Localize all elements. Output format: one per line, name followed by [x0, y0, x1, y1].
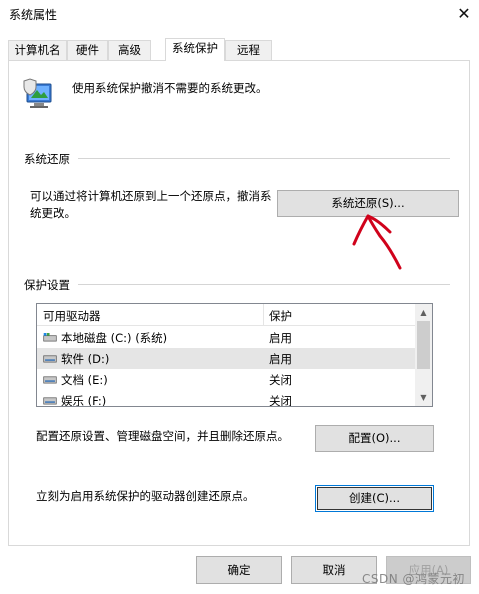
drive-icon — [43, 376, 57, 384]
create-button[interactable]: 创建(C)... — [315, 485, 434, 512]
drive-list[interactable]: 可用驱动器 保护 本地磁盘 (C:) (系统) 启用 软件 (D:) 启用 文档… — [36, 303, 433, 407]
title-bar: 系统属性 ✕ — [0, 0, 479, 30]
drive-name: 文档 (E:) — [61, 373, 108, 387]
create-description: 立刻为启用系统保护的驱动器创建还原点。 — [36, 489, 255, 503]
tab-system-protection[interactable]: 系统保护 — [165, 38, 225, 61]
system-restore-text: 可以通过将计算机还原到上一个还原点，撤消系统更改。 — [30, 189, 272, 220]
watermark: CSDN @鸿蒙元初 — [361, 572, 465, 586]
drive-row[interactable]: 软件 (D:) 启用 — [37, 348, 415, 369]
system-restore-group-label: 系统还原 — [24, 151, 78, 167]
drive-protection-status: 启用 — [269, 352, 292, 366]
divider — [24, 284, 450, 285]
tab-computer-name[interactable]: 计算机名 — [8, 40, 67, 60]
ok-button[interactable]: 确定 — [196, 556, 282, 584]
drive-name: 娱乐 (F:) — [61, 394, 107, 407]
red-arrow-annotation — [352, 214, 402, 270]
drive-list-header: 可用驱动器 保护 — [37, 304, 415, 326]
configure-button[interactable]: 配置(O)... — [315, 425, 434, 452]
tab-hardware[interactable]: 硬件 — [67, 40, 108, 60]
scroll-thumb[interactable] — [417, 321, 430, 369]
tab-advanced[interactable]: 高级 — [108, 40, 151, 60]
drive-icon — [43, 397, 57, 405]
divider — [24, 158, 450, 159]
scroll-up-icon[interactable]: ▲ — [415, 304, 432, 321]
drive-name: 本地磁盘 (C:) (系统) — [61, 331, 168, 345]
drive-row[interactable]: 文档 (E:) 关闭 — [37, 369, 415, 390]
tab-remote[interactable]: 远程 — [225, 40, 272, 60]
scroll-down-icon[interactable]: ▼ — [415, 389, 432, 406]
drive-name: 软件 (D:) — [61, 352, 110, 366]
drive-row[interactable]: 本地磁盘 (C:) (系统) 启用 — [37, 327, 415, 348]
window-title: 系统属性 — [9, 8, 58, 22]
drive-icon — [43, 355, 57, 363]
drive-row[interactable]: 娱乐 (F:) 关闭 — [37, 390, 415, 407]
system-drive-icon — [43, 333, 57, 342]
column-available-drives[interactable]: 可用驱动器 — [43, 308, 101, 324]
configure-description: 配置还原设置、管理磁盘空间，并且删除还原点。 — [36, 429, 289, 443]
drive-protection-status: 启用 — [269, 331, 292, 345]
column-protection[interactable]: 保护 — [269, 308, 292, 324]
drive-list-scrollbar[interactable]: ▲ ▼ — [415, 304, 432, 406]
drive-protection-status: 关闭 — [269, 394, 292, 407]
protection-settings-group-label: 保护设置 — [24, 277, 78, 293]
protection-description: 使用系统保护撤消不需要的系统更改。 — [72, 81, 268, 95]
column-separator — [263, 304, 264, 326]
shield-computer-icon — [23, 78, 52, 108]
close-icon[interactable]: ✕ — [449, 0, 479, 30]
drive-protection-status: 关闭 — [269, 373, 292, 387]
